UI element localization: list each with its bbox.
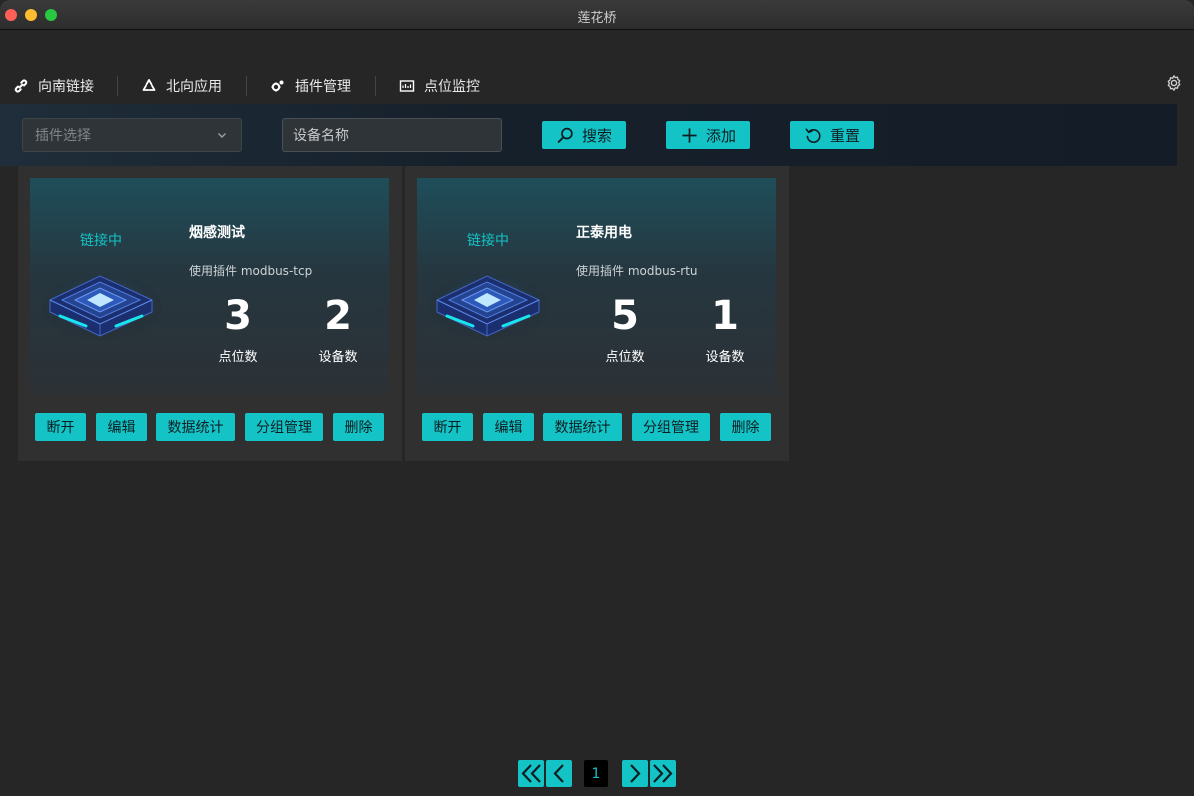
card-title: 正泰用电 bbox=[576, 225, 632, 241]
data-stats-button[interactable]: 数据统计 bbox=[156, 413, 235, 441]
chevron-left-icon bbox=[553, 764, 564, 783]
disconnect-button[interactable]: 断开 bbox=[422, 413, 473, 441]
device-count-label: 设备数 bbox=[318, 350, 358, 365]
device-name-placeholder: 设备名称 bbox=[293, 128, 349, 144]
plugin-select-placeholder: 插件选择 bbox=[35, 128, 91, 144]
card-info-panel: 链接中 正泰用电 使用插件 modbus-rtu 5 点位数 1 设备数 bbox=[417, 178, 776, 395]
tab-southbound[interactable]: 向南链接 bbox=[11, 72, 96, 110]
plus-icon bbox=[682, 127, 697, 143]
plugin-select[interactable]: 插件选择 bbox=[22, 118, 242, 152]
prev-page-button[interactable] bbox=[546, 760, 572, 787]
device-count-label: 设备数 bbox=[705, 350, 745, 365]
current-page-number[interactable]: 1 bbox=[584, 760, 608, 787]
reset-button[interactable]: 重置 bbox=[790, 121, 874, 149]
tab-divider bbox=[117, 76, 118, 96]
group-manage-button[interactable]: 分组管理 bbox=[632, 413, 710, 441]
gateway-chip-icon bbox=[429, 274, 549, 342]
point-count-value: 5 bbox=[611, 293, 639, 339]
recycle-icon bbox=[142, 79, 156, 91]
disconnect-button[interactable]: 断开 bbox=[35, 413, 86, 441]
title-bar: 莲花桥 bbox=[0, 0, 1194, 30]
search-icon bbox=[557, 127, 573, 143]
data-stats-button[interactable]: 数据统计 bbox=[543, 413, 622, 441]
gateway-chip-icon bbox=[42, 274, 162, 342]
plugin-gear-icon bbox=[271, 80, 284, 92]
double-chevron-left-icon bbox=[521, 764, 541, 783]
monitor-icon bbox=[399, 80, 415, 92]
connection-card: 链接中 正泰用电 使用插件 modbus-rtu 5 点位数 1 设备数 断开 … bbox=[405, 166, 789, 461]
connection-card: 链接中 烟感测试 使用插件 modbus-tcp 3 点位数 2 设备数 断开 … bbox=[18, 166, 402, 461]
device-count-value: 2 bbox=[324, 293, 352, 339]
plugin-used-text: 使用插件 modbus-rtu bbox=[576, 264, 698, 278]
point-count-value: 3 bbox=[224, 293, 252, 339]
device-name-input[interactable]: 设备名称 bbox=[282, 118, 502, 152]
connection-status: 链接中 bbox=[467, 233, 509, 249]
add-button-label: 添加 bbox=[705, 126, 736, 145]
first-page-button[interactable] bbox=[518, 760, 544, 787]
reset-icon bbox=[805, 128, 821, 143]
connection-status: 链接中 bbox=[80, 233, 122, 249]
tab-label: 北向应用 bbox=[166, 79, 222, 95]
edit-button[interactable]: 编辑 bbox=[96, 413, 147, 441]
chevron-right-icon bbox=[630, 764, 641, 783]
link-icon bbox=[14, 79, 28, 93]
search-button[interactable]: 搜索 bbox=[542, 121, 626, 149]
double-chevron-right-icon bbox=[653, 764, 673, 783]
card-title: 烟感测试 bbox=[189, 225, 245, 241]
tab-label: 点位监控 bbox=[424, 79, 480, 95]
tab-point-monitor[interactable]: 点位监控 bbox=[399, 72, 480, 100]
tab-label: 插件管理 bbox=[295, 79, 351, 95]
delete-button[interactable]: 删除 bbox=[333, 413, 384, 441]
tab-label: 向南链接 bbox=[38, 79, 94, 95]
filter-bar: 插件选择 设备名称 搜索 添加 重置 bbox=[0, 104, 1177, 166]
group-manage-button[interactable]: 分组管理 bbox=[245, 413, 323, 441]
add-button[interactable]: 添加 bbox=[666, 121, 750, 149]
last-page-button[interactable] bbox=[650, 760, 676, 787]
chevron-down-icon bbox=[218, 133, 226, 138]
settings-gear-icon[interactable] bbox=[1165, 74, 1183, 92]
tab-divider bbox=[375, 76, 376, 96]
point-count-label: 点位数 bbox=[605, 350, 645, 365]
tab-northbound[interactable]: 北向应用 bbox=[141, 72, 222, 100]
tab-bar: 向南链接 北向应用 插件管理 点位监控 bbox=[0, 62, 1194, 110]
reset-button-label: 重置 bbox=[829, 126, 860, 145]
edit-button[interactable]: 编辑 bbox=[483, 413, 534, 441]
point-count-label: 点位数 bbox=[218, 350, 258, 365]
tab-plugins[interactable]: 插件管理 bbox=[270, 72, 351, 100]
window-title: 莲花桥 bbox=[577, 11, 617, 26]
card-info-panel: 链接中 烟感测试 使用插件 modbus-tcp 3 点位数 2 设备数 bbox=[30, 178, 389, 395]
next-page-button[interactable] bbox=[622, 760, 648, 787]
tab-divider bbox=[246, 76, 247, 96]
device-count-value: 1 bbox=[711, 293, 739, 339]
delete-button[interactable]: 删除 bbox=[720, 413, 771, 441]
plugin-used-text: 使用插件 modbus-tcp bbox=[189, 264, 313, 278]
search-button-label: 搜索 bbox=[581, 126, 612, 145]
